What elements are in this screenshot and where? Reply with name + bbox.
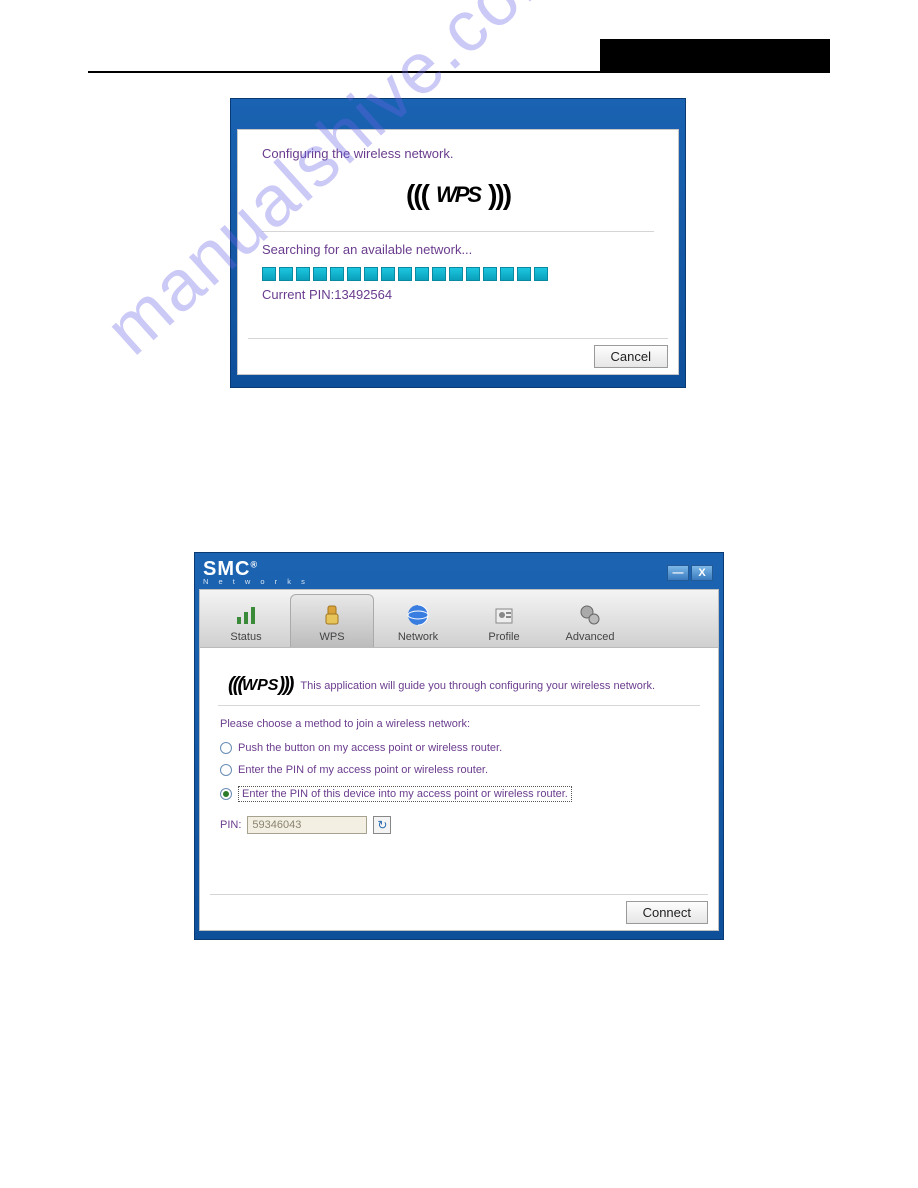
radio-option-0[interactable]: Push the button on my access point or wi… (220, 742, 700, 754)
radio-label: Push the button on my access point or wi… (238, 742, 502, 754)
pin-prefix: Current PIN: (262, 287, 334, 302)
progress-segment (449, 267, 463, 281)
radio-group: Push the button on my access point or wi… (220, 742, 700, 802)
minimize-button[interactable]: — (667, 565, 689, 581)
progress-segment (262, 267, 276, 281)
pin-input[interactable] (247, 816, 367, 834)
wps-logo: ((( WPS ))) (262, 173, 654, 217)
wps-icon (319, 602, 345, 628)
divider (218, 705, 700, 706)
smc-logo: SMC® N e t w o r k s (203, 561, 309, 585)
radio-icon (220, 742, 232, 754)
progress-segment (534, 267, 548, 281)
radio-label: Enter the PIN of this device into my acc… (238, 786, 572, 802)
progress-bar (262, 267, 654, 281)
tab-bar: Status WPS Network Profile Advanced (200, 590, 718, 648)
wps-logo-text: WPS (432, 182, 484, 208)
progress-segment (432, 267, 446, 281)
configuring-text: Configuring the wireless network. (262, 146, 654, 161)
radio-icon (220, 764, 232, 776)
divider (262, 231, 654, 232)
wps-mini-logo: ((( WPS ))) (228, 674, 292, 697)
tab-label: Network (398, 631, 438, 643)
profile-icon (491, 602, 517, 628)
tab-label: Advanced (566, 631, 615, 643)
wps-mini-text: WPS (242, 677, 278, 695)
refresh-pin-button[interactable]: ↻ (373, 816, 391, 834)
status-icon (233, 602, 259, 628)
radio-option-1[interactable]: Enter the PIN of my access point or wire… (220, 764, 700, 776)
progress-segment (398, 267, 412, 281)
radio-label: Enter the PIN of my access point or wire… (238, 764, 488, 776)
refresh-icon: ↻ (377, 818, 387, 832)
progress-segment (415, 267, 429, 281)
pin-label: PIN: (220, 819, 241, 831)
tab-label: WPS (319, 631, 344, 643)
dialog2-titlebar: SMC® N e t w o r k s — X (199, 557, 719, 589)
close-button[interactable]: X (691, 565, 713, 581)
cancel-button[interactable]: Cancel (594, 345, 668, 368)
tab-wps[interactable]: WPS (290, 594, 374, 647)
dialog1-titlebar (237, 105, 679, 129)
radio-icon (220, 788, 232, 800)
radio-option-2[interactable]: Enter the PIN of this device into my acc… (220, 786, 700, 802)
progress-segment (466, 267, 480, 281)
progress-segment (500, 267, 514, 281)
tab-network[interactable]: Network (376, 594, 460, 647)
network-icon (405, 602, 431, 628)
progress-segment (330, 267, 344, 281)
choose-method-text: Please choose a method to join a wireles… (220, 718, 700, 730)
searching-text: Searching for an available network... (262, 242, 654, 257)
progress-segment (483, 267, 497, 281)
tab-advanced[interactable]: Advanced (548, 594, 632, 647)
pin-value: 13492564 (334, 287, 392, 302)
header-black-block (600, 39, 830, 71)
registered-icon: ® (250, 559, 258, 569)
page-header (88, 45, 830, 73)
progress-segment (381, 267, 395, 281)
wps-wave-right-icon: ))) (278, 674, 292, 697)
progress-segment (313, 267, 327, 281)
tab-status[interactable]: Status (204, 594, 288, 647)
wps-wave-left-icon: ((( (406, 179, 428, 211)
progress-segment (364, 267, 378, 281)
connect-button[interactable]: Connect (626, 901, 708, 924)
brand-subtitle: N e t w o r k s (203, 579, 309, 585)
progress-segment (296, 267, 310, 281)
wps-configuring-dialog: Configuring the wireless network. ((( WP… (230, 98, 686, 388)
advanced-icon (577, 602, 603, 628)
wps-wave-left-icon: ((( (228, 674, 242, 697)
smc-wps-app-window: SMC® N e t w o r k s — X Status WPS Networ… (194, 552, 724, 940)
wps-wave-right-icon: ))) (488, 179, 510, 211)
tab-label: Status (230, 631, 261, 643)
progress-segment (279, 267, 293, 281)
tab-label: Profile (488, 631, 519, 643)
progress-segment (347, 267, 361, 281)
guide-text: This application will guide you through … (300, 680, 655, 692)
progress-segment (517, 267, 531, 281)
tab-profile[interactable]: Profile (462, 594, 546, 647)
current-pin-line: Current PIN:13492564 (262, 287, 654, 302)
